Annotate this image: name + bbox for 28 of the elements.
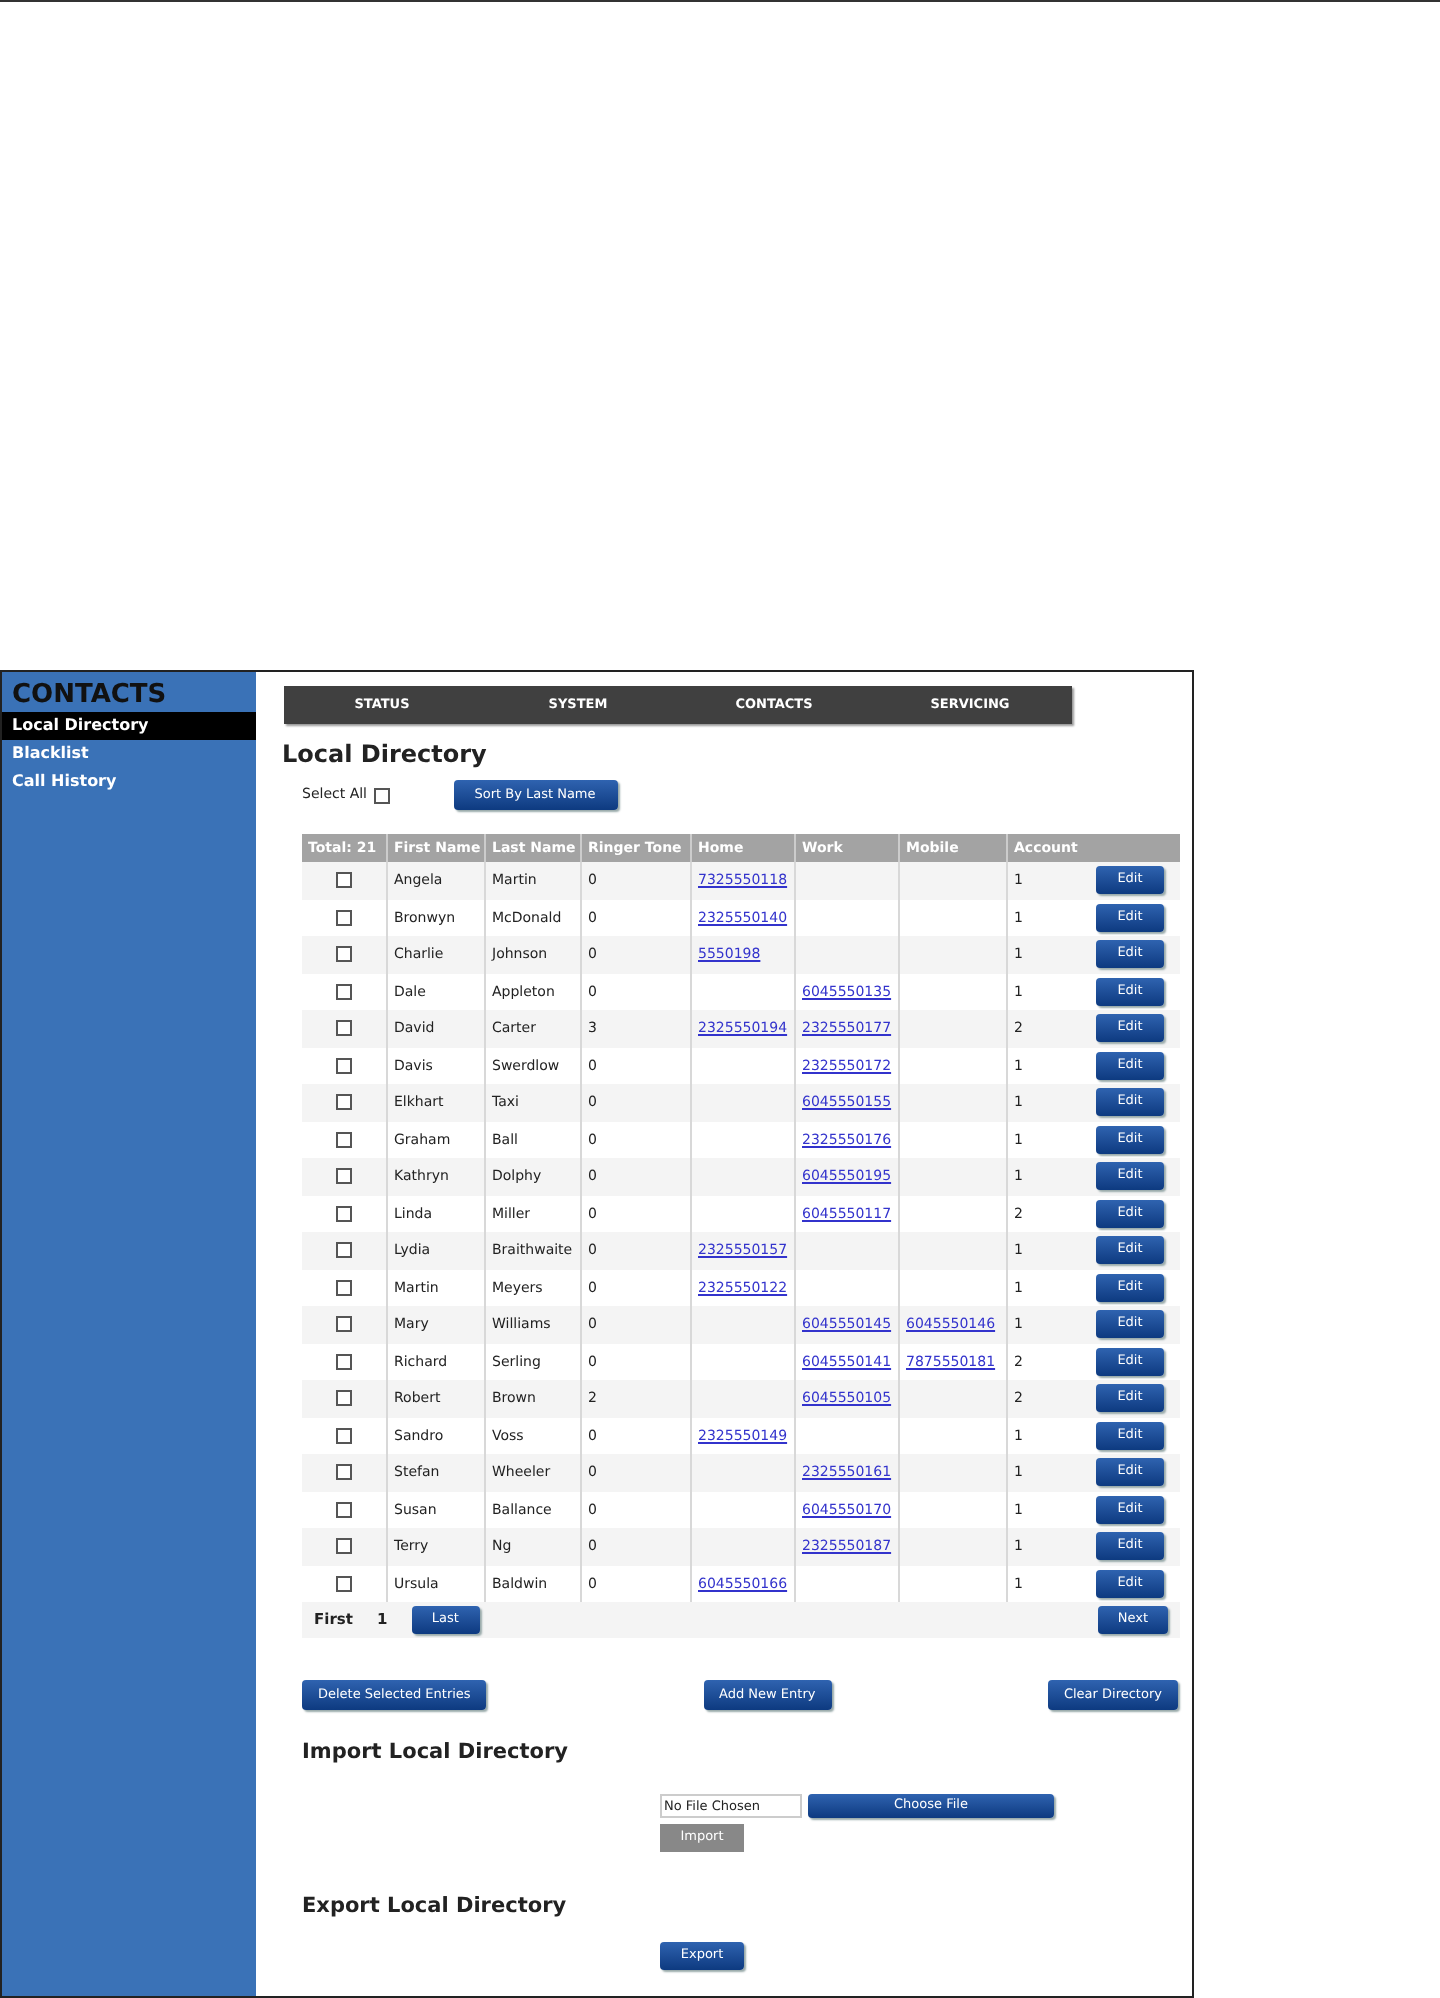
checkbox[interactable] [336, 946, 352, 963]
sidebar-item[interactable]: Blacklist [2, 740, 256, 768]
checkbox[interactable] [336, 872, 352, 889]
checkbox[interactable] [336, 909, 352, 926]
checkbox[interactable] [336, 1205, 352, 1222]
section-heading: Export Local Directory [302, 1891, 569, 1922]
checkbox[interactable] [336, 1316, 352, 1333]
checkbox[interactable] [336, 1538, 352, 1555]
sidebar-title: CONTACTS [10, 678, 169, 712]
checkbox[interactable] [336, 1390, 352, 1407]
checkbox[interactable] [336, 1242, 352, 1259]
checkbox[interactable] [336, 1020, 352, 1037]
checkbox[interactable] [373, 787, 389, 803]
checkbox[interactable] [336, 1057, 352, 1074]
checkbox[interactable] [336, 1279, 352, 1296]
checkbox[interactable] [336, 1464, 352, 1481]
checkbox[interactable] [336, 1353, 352, 1370]
checkbox[interactable] [336, 983, 352, 1000]
sidebar-item[interactable]: Local Directory [2, 712, 256, 740]
checkbox[interactable] [336, 1427, 352, 1444]
checkbox[interactable] [336, 1575, 352, 1592]
page-heading: Local Directory [282, 740, 489, 768]
checkbox[interactable] [336, 1131, 352, 1148]
checkbox[interactable] [336, 1094, 352, 1111]
sidebar-item[interactable]: Call History [2, 768, 256, 796]
section-heading: Import Local Directory [302, 1738, 570, 1768]
checkbox[interactable] [336, 1501, 352, 1518]
checkbox[interactable] [336, 1168, 352, 1185]
